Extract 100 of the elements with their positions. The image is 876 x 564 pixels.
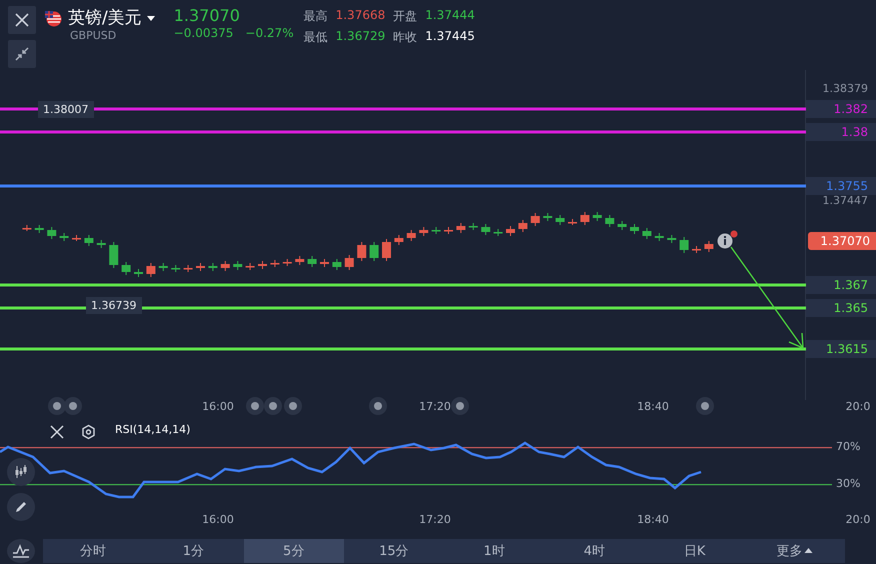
percent-change: −0.27% <box>245 26 294 40</box>
candlestick <box>704 241 714 252</box>
candlestick <box>394 235 404 245</box>
candlestick <box>444 227 453 234</box>
candlestick <box>456 223 466 233</box>
candlestick <box>680 237 689 253</box>
candlestick <box>592 212 602 221</box>
close-icon[interactable] <box>49 424 65 440</box>
rsi-indicator-label: RSI(14,14,14) <box>115 423 190 436</box>
stat-label: 开盘 <box>393 8 418 25</box>
time-axis-label: 16:00 <box>201 513 235 526</box>
price-change: −0.00375 <box>174 26 234 40</box>
stat-value: 1.37668 <box>336 8 386 24</box>
candlestick <box>344 255 354 270</box>
settings-icon[interactable] <box>81 424 96 440</box>
candlestick <box>370 242 379 261</box>
event-marker-icon[interactable] <box>264 397 282 415</box>
arrow-drawing[interactable] <box>730 246 804 350</box>
info-marker-icon[interactable] <box>718 230 738 248</box>
candlestick <box>184 265 193 272</box>
candlestick <box>419 227 428 236</box>
caret-up-icon <box>804 547 814 554</box>
close-button[interactable] <box>8 6 36 34</box>
line-chart-icon <box>12 542 30 558</box>
candlestick <box>208 263 218 271</box>
caret-icon[interactable] <box>146 14 156 22</box>
stat-value: 1.37445 <box>425 29 475 45</box>
high-price-label: 1.38007 <box>38 101 94 118</box>
candlestick <box>220 261 230 271</box>
candlestick <box>543 213 552 221</box>
candlestick <box>158 263 168 271</box>
time-axis-label: 17:20 <box>418 400 452 413</box>
candlestick <box>481 224 490 235</box>
candlestick <box>84 235 94 246</box>
candlestick <box>146 263 156 277</box>
timeframe-tab[interactable]: 1时 <box>444 538 544 562</box>
timeframe-tab[interactable]: 1分 <box>143 538 244 562</box>
candlestick <box>506 226 515 236</box>
time-axis-label: 18:40 <box>636 400 670 413</box>
candlestick <box>308 256 317 267</box>
candlestick <box>258 261 267 269</box>
candlestick <box>468 223 478 230</box>
candlestick <box>171 265 180 272</box>
event-marker-icon[interactable] <box>369 397 387 415</box>
candlestick <box>320 259 329 267</box>
timeframe-tab[interactable]: 5分 <box>244 538 344 562</box>
candlestick <box>233 261 242 270</box>
candlestick <box>47 227 56 239</box>
event-marker-icon[interactable] <box>451 397 469 415</box>
candlestick <box>630 224 639 234</box>
symbol-name[interactable]: 英镑/美元 <box>68 6 142 29</box>
price-level-label: 1.3755 <box>806 177 876 195</box>
candlestick <box>432 227 441 234</box>
price-axis-label: 1.37447 <box>822 194 868 207</box>
candlestick <box>667 235 676 243</box>
draw-button[interactable] <box>7 493 35 521</box>
event-marker-icon[interactable] <box>696 397 714 415</box>
event-marker-icon[interactable] <box>284 397 302 415</box>
stat-value: 1.37444 <box>425 8 475 24</box>
candlestick <box>295 256 304 265</box>
candlestick <box>518 220 528 232</box>
candlestick <box>22 225 32 231</box>
candlestick-icon <box>13 464 29 480</box>
current-price-tag: 1.37070 <box>808 232 876 250</box>
candlestick <box>530 213 540 226</box>
price-level-label: 1.3615 <box>806 340 876 358</box>
candlestick <box>270 260 280 267</box>
last-price: 1.37070 <box>174 6 241 25</box>
collapse-button[interactable] <box>8 40 36 68</box>
timeframe-tab[interactable]: 日K <box>644 538 745 562</box>
event-marker-icon[interactable] <box>64 397 82 415</box>
timeframe-tab[interactable]: 15分 <box>344 538 444 562</box>
time-axis-label: 18:40 <box>636 513 670 526</box>
candlestick <box>556 215 565 225</box>
stat-value: 1.36729 <box>336 29 386 45</box>
price-level-label: 1.382 <box>806 100 876 118</box>
candlestick <box>332 259 342 270</box>
timeframe-tab[interactable]: 4时 <box>544 538 644 562</box>
candlestick <box>282 259 292 266</box>
indicator-button[interactable] <box>7 458 35 486</box>
time-axis-label: 20:0 <box>844 400 872 413</box>
candlestick <box>357 242 366 261</box>
stat-label: 最高 <box>304 8 328 25</box>
candlestick <box>618 221 627 230</box>
candlestick <box>96 240 106 248</box>
event-marker-icon[interactable] <box>246 397 264 415</box>
timeframe-tab[interactable]: 更多 <box>744 538 845 562</box>
price-axis-label: 1.38379 <box>822 82 868 95</box>
line-chart-button[interactable] <box>7 538 35 562</box>
time-axis-label: 20:0 <box>844 513 872 526</box>
price-level-label: 1.367 <box>806 276 876 294</box>
candlestick <box>196 263 205 271</box>
candlestick <box>692 246 701 253</box>
candlestick <box>109 242 118 268</box>
candlestick <box>122 262 131 275</box>
event-marker-icon[interactable] <box>48 397 66 415</box>
symbol-code: GBPUSD <box>70 29 118 42</box>
close-icon <box>14 12 30 28</box>
timeframe-tab[interactable]: 分时 <box>43 538 144 562</box>
stat-label: 最低 <box>304 29 328 46</box>
